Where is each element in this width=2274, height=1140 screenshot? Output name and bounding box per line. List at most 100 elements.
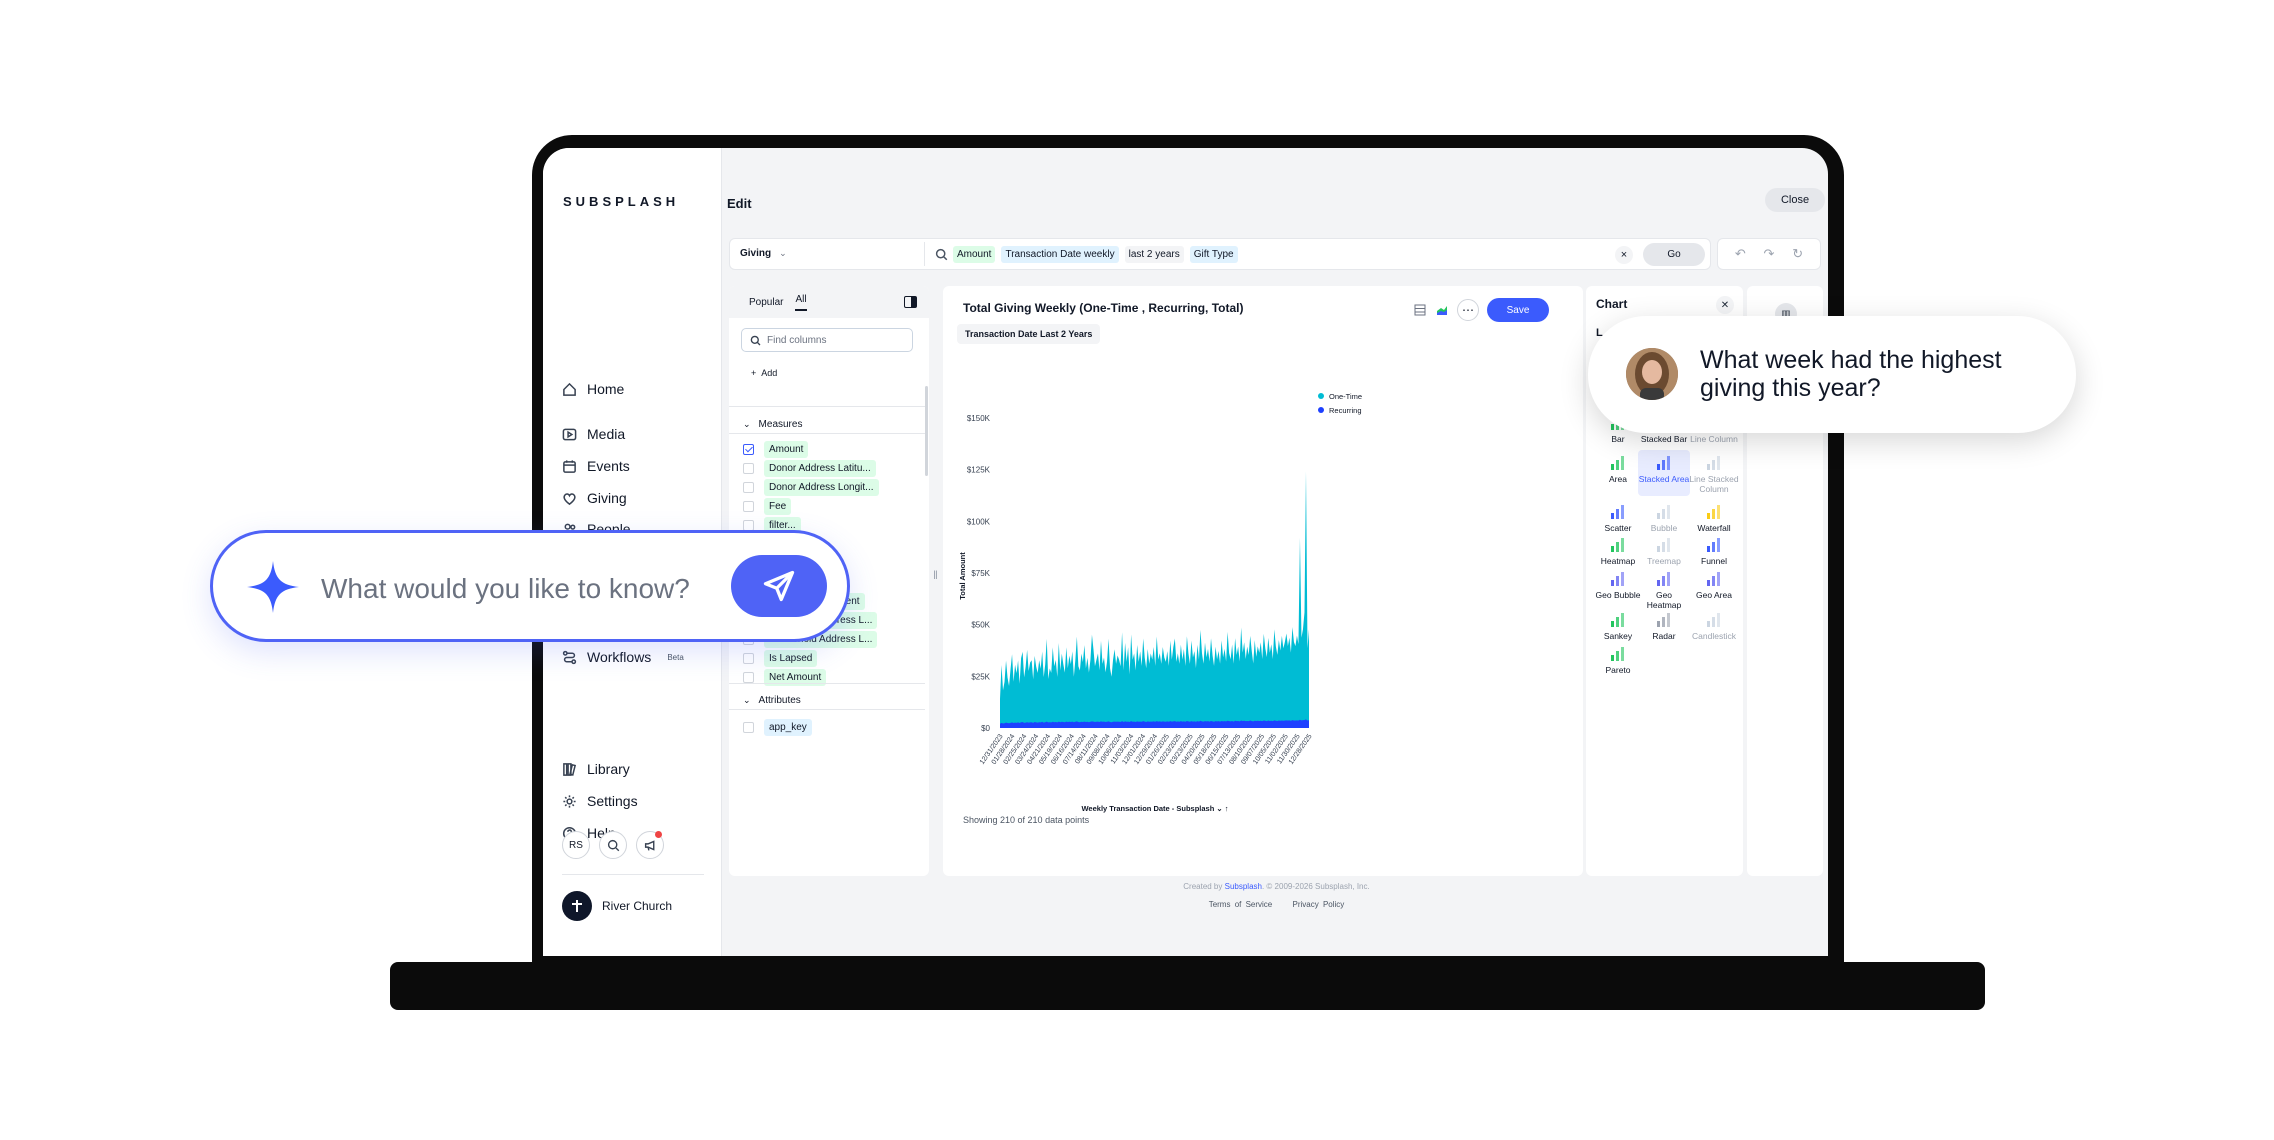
chart-type-label: Bar [1611, 434, 1625, 444]
redo-icon[interactable]: ↷ [1764, 246, 1775, 262]
close-icon[interactable]: ✕ [1716, 296, 1734, 314]
chart-type-waterfall[interactable]: Waterfall [1688, 503, 1740, 534]
add-column-label: Add [761, 368, 778, 378]
datasource-select[interactable]: Giving ⌄ [740, 248, 787, 259]
chart-type-bubble[interactable]: Bubble [1638, 503, 1690, 534]
sankey-chart-icon [1608, 611, 1628, 629]
send-button[interactable] [731, 555, 827, 617]
checkbox[interactable] [743, 462, 754, 474]
sidebar-item-label: Home [587, 381, 625, 397]
chart-type-radar[interactable]: Radar [1638, 611, 1690, 642]
chevron-down-icon: ⌄ [743, 695, 751, 705]
sparkle-icon [247, 561, 299, 613]
subsplash-link[interactable]: Subsplash [1225, 882, 1262, 891]
sidebar-item-home[interactable]: Home [562, 376, 624, 402]
sidebar-item-giving[interactable]: Giving [562, 485, 627, 511]
announcements-button[interactable] [636, 831, 664, 859]
query-token-filter[interactable]: last 2 years [1124, 246, 1184, 263]
y-tick-label: $0 [981, 724, 990, 733]
checkbox[interactable] [743, 519, 754, 531]
save-button[interactable]: Save [1487, 298, 1549, 322]
attributes-section-toggle[interactable]: ⌄ Attributes [743, 695, 801, 706]
sidebar-item-label: Media [587, 426, 626, 442]
table-view-icon[interactable] [1413, 303, 1427, 317]
checkbox[interactable] [743, 481, 754, 493]
chart-type-scatter[interactable]: Scatter [1592, 503, 1644, 534]
chart-type-sankey[interactable]: Sankey [1592, 611, 1644, 642]
sidebar-item-settings[interactable]: Settings [562, 788, 638, 814]
chart-type-geo-area[interactable]: Geo Area [1688, 570, 1740, 601]
user-question-bubble: What week had the highest giving this ye… [1588, 316, 2076, 433]
tab-all[interactable]: All [795, 294, 807, 311]
chart-type-label: Funnel [1701, 556, 1727, 566]
ask-ai-input[interactable]: What would you like to know? [210, 530, 850, 642]
list-item[interactable]: app_key [743, 718, 812, 736]
columns-tabs: Popular All [729, 286, 929, 318]
resize-handle[interactable]: ‖ [933, 568, 938, 582]
tab-popular[interactable]: Popular [749, 297, 783, 308]
checkbox[interactable] [743, 721, 754, 733]
checkbox[interactable] [743, 671, 754, 683]
list-item[interactable]: Fee [743, 497, 792, 515]
chart-type-area[interactable]: Area [1592, 454, 1644, 485]
geo-heatmap-chart-icon [1654, 570, 1674, 588]
chart-type-funnel[interactable]: Funnel [1688, 536, 1740, 567]
church-switcher[interactable]: River Church [562, 891, 672, 921]
more-options-button[interactable]: ⋯ [1457, 299, 1479, 321]
list-item[interactable]: Is Lapsed [743, 649, 818, 667]
user-avatar-button[interactable]: RS [562, 831, 590, 859]
section-divider [729, 406, 925, 407]
x-axis-label: Weekly Transaction Date - Subsplash ⌄ ↑ [1081, 804, 1228, 813]
library-icon [562, 762, 577, 777]
chart-type-geo-heatmap[interactable]: Geo Heatmap [1638, 570, 1690, 611]
chart-type-pareto[interactable]: Pareto [1592, 645, 1644, 676]
global-search-button[interactable] [599, 831, 627, 859]
query-token-attribute[interactable]: Gift Type [1189, 246, 1238, 263]
user-initials: RS [569, 839, 583, 851]
scrollbar[interactable] [925, 386, 928, 476]
workflow-icon [562, 650, 577, 665]
add-column-button[interactable]: + Add [751, 368, 777, 378]
sidebar-item-workflows[interactable]: Workflows Beta [562, 644, 684, 670]
play-icon [562, 427, 577, 442]
privacy-link[interactable]: Privacy Policy [1293, 900, 1345, 909]
chart-type-geo-bubble[interactable]: Geo Bubble [1592, 570, 1644, 601]
list-item[interactable]: Amount [743, 440, 809, 458]
query-tokens: Amount Transaction Date weekly last 2 ye… [953, 246, 1238, 263]
clear-query-button[interactable]: × [1615, 246, 1633, 264]
query-token-measure[interactable]: Amount [953, 246, 996, 263]
gear-icon [562, 794, 577, 809]
chart-type-heatmap[interactable]: Heatmap [1592, 536, 1644, 567]
data-point-count: Showing 210 of 210 data points [963, 815, 1090, 825]
chart-type-line-stacked-column[interactable]: Line Stacked Column [1688, 454, 1740, 495]
list-item[interactable]: Donor Address Latitu... [743, 459, 876, 477]
terms-link[interactable]: Terms of Service [1209, 900, 1273, 909]
date-filter-pill[interactable]: Transaction Date Last 2 Years [957, 324, 1101, 344]
query-token-date[interactable]: Transaction Date weekly [1001, 246, 1119, 263]
sidebar-item-label: Events [587, 458, 630, 474]
checkbox[interactable] [743, 443, 754, 455]
chart-type-treemap[interactable]: Treemap [1638, 536, 1690, 567]
search-icon [750, 335, 761, 345]
chart-type-label: Line Stacked Column [1689, 474, 1739, 494]
close-button[interactable]: Close [1765, 188, 1825, 212]
chart-type-stacked-area[interactable]: Stacked Area [1638, 450, 1690, 496]
notification-dot [655, 831, 662, 838]
sidebar-item-media[interactable]: Media [562, 421, 625, 447]
reset-icon[interactable]: ↻ [1792, 246, 1803, 262]
checkbox[interactable] [743, 500, 754, 512]
checkbox[interactable] [743, 652, 754, 664]
undo-icon[interactable]: ↶ [1735, 246, 1746, 262]
laptop-base [390, 962, 1985, 1010]
find-columns-input[interactable]: Find columns [741, 328, 913, 352]
list-item[interactable]: Donor Address Longit... [743, 478, 879, 496]
chart-view-icon[interactable] [1435, 303, 1449, 317]
chart-type-candlestick[interactable]: Candlestick [1688, 611, 1740, 642]
column-chip: Donor Address Latitu... [764, 459, 876, 477]
panel-toggle-icon[interactable] [904, 296, 917, 308]
sidebar-item-library[interactable]: Library [562, 756, 630, 782]
y-tick-label: $75K [971, 569, 990, 578]
sidebar-item-events[interactable]: Events [562, 453, 630, 479]
go-button[interactable]: Go [1643, 243, 1705, 266]
measures-section-toggle[interactable]: ⌄ Measures [743, 419, 802, 430]
